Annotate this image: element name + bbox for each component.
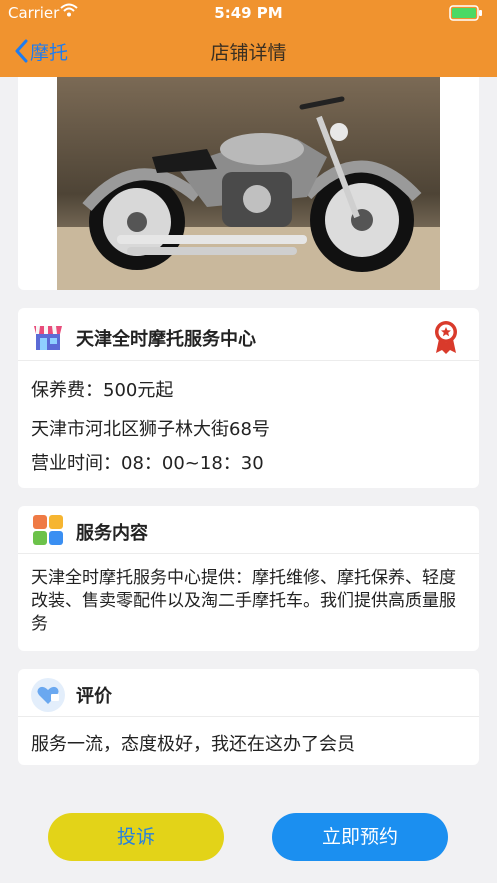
review-title: 评价 [76,686,112,707]
motorcycle-photo [57,77,440,290]
nav-bar: 摩托 店铺详情 [0,26,497,77]
service-card-header: 服务内容 [18,506,479,554]
review-text: 服务一流，态度极好，我还在这办了会员 [31,734,355,755]
battery-icon [449,5,482,21]
award-badge-icon [435,321,457,354]
review-card: 评价 服务一流，态度极好，我还在这办了会员 [18,669,479,765]
shop-photo-card [18,77,479,290]
status-bar: Carrier 5:49 PM [0,0,497,26]
clock: 5:49 PM [214,4,283,22]
shop-icon [34,326,62,350]
review-card-header: 评价 [18,669,479,717]
shop-card-header: 天津全时摩托服务中心 [18,308,479,361]
service-description: 天津全时摩托服务中心提供：摩托维修、摩托保养、轻度改装、售卖零配件以及淘二手摩托… [31,568,456,634]
shop-address: 天津市河北区狮子林大街68号 [31,419,270,440]
shop-info-card: 天津全时摩托服务中心 保养费：500元起 天津市河北区狮子林大街68号 营业时间… [18,308,479,488]
book-now-button[interactable]: 立即预约 [272,813,448,861]
maintenance-fee: 保养费：500元起 [31,380,174,401]
page-title: 店铺详情 [210,42,287,64]
business-hours: 营业时间：08：00~18：30 [31,453,264,474]
service-title: 服务内容 [76,523,148,544]
header-bar: Carrier 5:49 PM 摩托 店铺详情 [0,0,497,77]
service-grid-icon [33,515,63,545]
service-content-card: 服务内容 天津全时摩托服务中心提供：摩托维修、摩托保养、轻度改装、售卖零配件以及… [18,506,479,651]
shop-name: 天津全时摩托服务中心 [76,329,256,350]
review-heart-icon [31,678,65,712]
complain-button[interactable]: 投诉 [48,813,224,861]
